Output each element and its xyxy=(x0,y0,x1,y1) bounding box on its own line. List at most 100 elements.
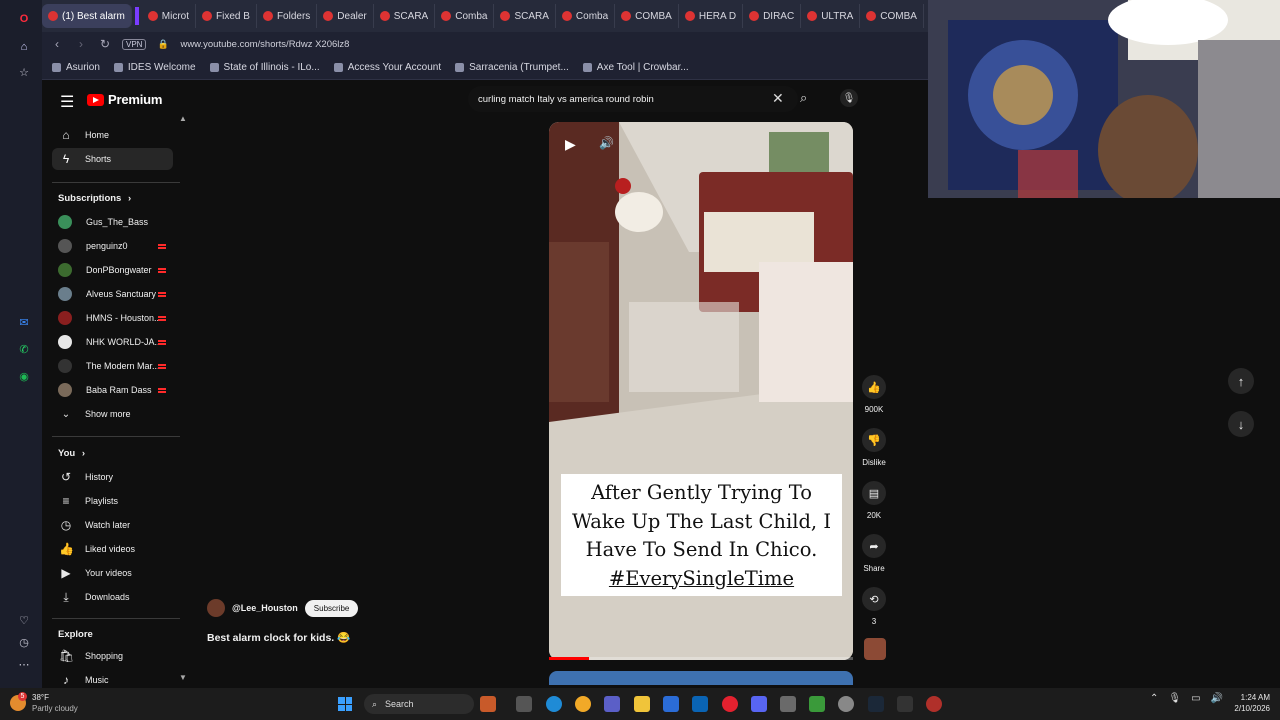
subscription-item[interactable]: The Modern Mar... xyxy=(58,355,168,377)
reload-icon[interactable]: ↻ xyxy=(98,37,112,51)
whatsapp-icon[interactable]: ✆ xyxy=(17,343,31,357)
you-heading[interactable]: You › xyxy=(58,448,85,459)
sidebar-item-shorts[interactable]: ϟ Shorts xyxy=(52,148,173,170)
store-icon[interactable] xyxy=(663,696,679,712)
browser-tab[interactable]: Comba xyxy=(556,4,616,28)
sidebar-item-watch-later[interactable]: ◷ Watch later xyxy=(52,514,173,536)
subscription-item[interactable]: Gus_The_Bass xyxy=(58,211,168,233)
browser-tab[interactable]: COMBA xyxy=(860,4,924,28)
sound-avatar[interactable] xyxy=(864,638,886,660)
show-more-button[interactable]: ⌄ Show more xyxy=(52,403,173,425)
taskbar-clock[interactable]: 1:24 AM 2/10/2026 xyxy=(1222,692,1270,714)
back-icon[interactable]: ‹ xyxy=(50,37,64,51)
chrome-icon[interactable] xyxy=(575,696,591,712)
browser-tab[interactable]: COMBA xyxy=(615,4,679,28)
youtube-premium-logo[interactable]: Premium xyxy=(87,92,162,107)
sidebar-item-liked-videos[interactable]: 👍 Liked videos xyxy=(52,538,173,560)
subscription-item[interactable]: DonPBongwater xyxy=(58,259,168,281)
browser-tab[interactable]: Folders xyxy=(257,4,318,28)
star-icon[interactable]: ☆ xyxy=(17,66,31,80)
browser-tab[interactable]: DIRAC xyxy=(743,4,802,28)
browser-tab[interactable]: SCARA xyxy=(494,4,556,28)
sidebar-item-playlists[interactable]: ≡ Playlists xyxy=(52,490,173,512)
bookmark-item[interactable]: Axe Tool | Crowbar... xyxy=(582,62,689,73)
comments-button[interactable]: ▤ xyxy=(862,481,886,505)
network-icon[interactable]: ▭ xyxy=(1191,693,1200,704)
sidebar-item-downloads[interactable]: ⤓ Downloads xyxy=(52,586,173,608)
browser-tab[interactable]: Dealer xyxy=(317,4,374,28)
bookmark-item[interactable]: Asurion xyxy=(52,62,100,73)
channel-name[interactable]: @Lee_Houston xyxy=(232,603,298,613)
app-icon[interactable] xyxy=(897,696,913,712)
sidebar-item-history[interactable]: ↺ History xyxy=(52,466,173,488)
discord-icon[interactable] xyxy=(751,696,767,712)
outlook-icon[interactable] xyxy=(692,696,708,712)
vpn-badge[interactable]: VPN xyxy=(122,38,147,50)
dislike-button[interactable]: 👎 xyxy=(862,428,886,452)
opera-icon[interactable] xyxy=(722,696,738,712)
subscription-item[interactable]: penguinz0 xyxy=(58,235,168,257)
bookmark-item[interactable]: IDES Welcome xyxy=(113,62,196,73)
sidebar-item-your-videos[interactable]: ▶ Your videos xyxy=(52,562,173,584)
home-icon[interactable]: ⌂ xyxy=(17,40,31,54)
next-short-preview[interactable] xyxy=(549,671,853,685)
browser-tab[interactable]: HERA D xyxy=(679,4,744,28)
browser-tab[interactable]: Comba xyxy=(435,4,495,28)
microphone-icon[interactable]: 🎙 xyxy=(1168,693,1181,704)
sidebar-item-shopping[interactable]: 🛍 Shopping xyxy=(52,645,173,667)
more-icon[interactable]: ⋯ xyxy=(17,658,31,672)
browser-tab[interactable]: Fixed B xyxy=(196,4,257,28)
messenger-icon[interactable]: ✉ xyxy=(17,316,31,330)
file-explorer-icon[interactable] xyxy=(634,696,650,712)
like-button[interactable]: 👍 xyxy=(862,375,886,399)
edge-icon[interactable] xyxy=(546,696,562,712)
subscriptions-heading[interactable]: Subscriptions › xyxy=(58,193,131,204)
steam-icon[interactable] xyxy=(868,696,884,712)
share-button[interactable]: ➦ xyxy=(862,534,886,558)
browser-tab[interactable]: (1) Best alarm xyxy=(42,4,132,28)
hamburger-menu-icon[interactable]: ☰ xyxy=(60,92,74,112)
subscription-item[interactable]: HMNS - Houston... xyxy=(58,307,168,329)
channel-avatar[interactable] xyxy=(207,599,225,617)
subscription-item[interactable]: Alveus Sanctuary xyxy=(58,283,168,305)
subscribe-button[interactable]: Subscribe xyxy=(304,599,359,617)
search-input[interactable]: curling match Italy vs america round rob… xyxy=(468,86,798,112)
windows-start-button[interactable] xyxy=(338,697,352,711)
clear-search-icon[interactable]: ✕ xyxy=(772,90,784,107)
bookmark-item[interactable]: Sarracenia (Trumpet... xyxy=(455,62,569,73)
settings-icon[interactable] xyxy=(838,696,854,712)
weather-widget[interactable]: 5 38°F Partly cloudy xyxy=(10,692,78,714)
sidebar-scroll-down-icon[interactable]: ▼ xyxy=(179,673,187,682)
video-progress-track[interactable] xyxy=(549,657,853,660)
url-field[interactable]: www.youtube.com/shorts/Rdwz X206lz8 xyxy=(180,39,349,50)
play-icon[interactable]: ▶ xyxy=(565,136,576,153)
taskbar-search[interactable]: ⌕ Search xyxy=(364,694,474,714)
forward-icon[interactable]: › xyxy=(74,37,88,51)
opera-logo-icon[interactable]: O xyxy=(17,12,31,26)
volume-icon[interactable]: 🔊 xyxy=(599,136,614,150)
remix-button[interactable]: ⟲ xyxy=(862,587,886,611)
browser-tab[interactable]: ULTRA xyxy=(801,4,861,28)
bookmark-item[interactable]: Access Your Account xyxy=(333,62,441,73)
app-icon[interactable] xyxy=(926,696,942,712)
browser-tab[interactable]: Microt xyxy=(142,4,197,28)
browser-tab[interactable]: SCARA xyxy=(374,4,436,28)
heart-icon[interactable]: ♡ xyxy=(17,614,31,628)
spotify-icon[interactable]: ◉ xyxy=(17,370,31,384)
sidebar-scroll-up-icon[interactable]: ▲ xyxy=(179,114,187,123)
teams-icon[interactable] xyxy=(604,696,620,712)
chevron-up-icon[interactable]: ⌃ xyxy=(1150,693,1158,704)
next-short-button[interactable]: ↓ xyxy=(1228,411,1254,437)
app-icon[interactable] xyxy=(809,696,825,712)
previous-short-button[interactable]: ↑ xyxy=(1228,368,1254,394)
app-icon[interactable] xyxy=(780,696,796,712)
taskbar-app-icon[interactable] xyxy=(480,696,496,712)
task-view-icon[interactable] xyxy=(516,696,532,712)
subscription-item[interactable]: Baba Ram Dass xyxy=(58,379,168,401)
bookmark-item[interactable]: State of Illinois - ILo... xyxy=(209,62,320,73)
search-icon[interactable]: ⌕ xyxy=(800,90,807,106)
microphone-icon[interactable]: 🎙 xyxy=(840,89,858,107)
subscription-item[interactable]: NHK WORLD-JA... xyxy=(58,331,168,353)
history-rail-icon[interactable]: ◷ xyxy=(17,636,31,650)
sidebar-item-home[interactable]: ⌂ Home xyxy=(52,124,173,146)
